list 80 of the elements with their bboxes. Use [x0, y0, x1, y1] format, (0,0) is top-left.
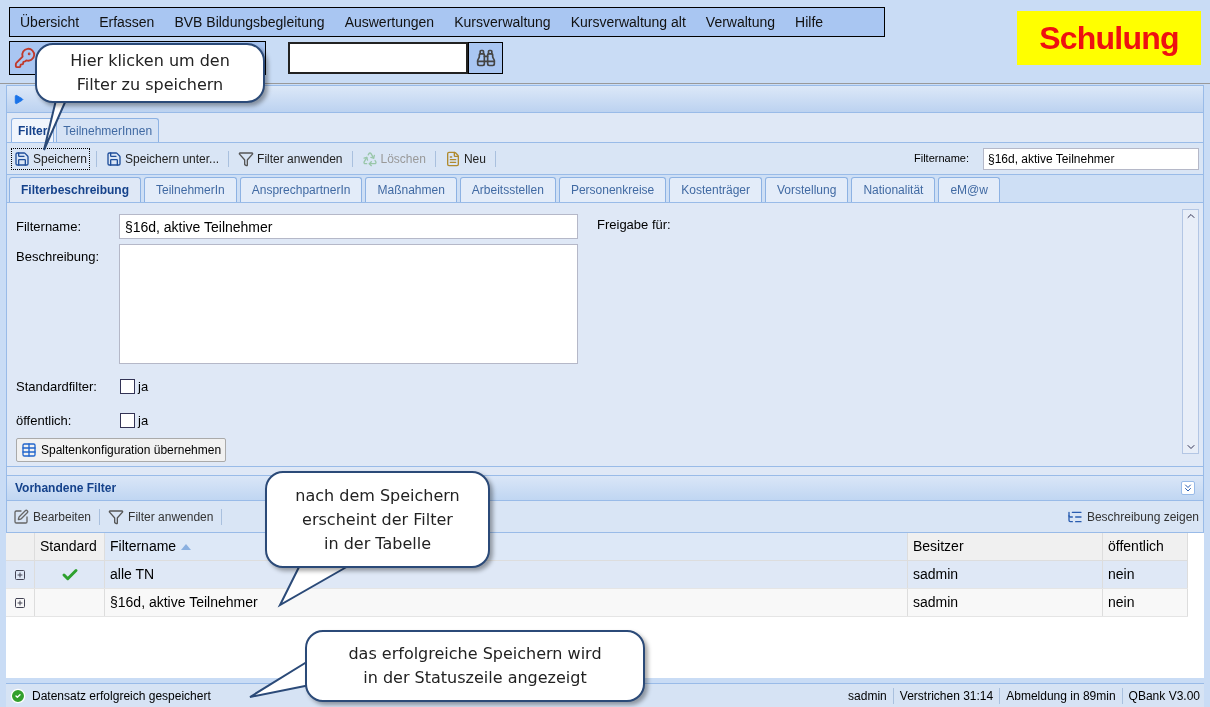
column-header[interactable]: öffentlich — [1103, 533, 1188, 560]
menu-item[interactable]: Verwaltung — [697, 11, 784, 33]
field-label: Freigabe für: — [597, 216, 671, 234]
funnel-icon — [108, 508, 125, 525]
callout-text: in der Statuszeile angezeigt — [363, 667, 587, 689]
column-config-button[interactable]: Spaltenkonfiguration übernehmen — [16, 438, 227, 462]
tab[interactable]: AnsprechpartnerIn — [239, 177, 363, 202]
description-field[interactable] — [118, 244, 578, 364]
tab[interactable]: Vorstellung — [765, 177, 849, 202]
sort-icon — [181, 543, 192, 550]
menu-item[interactable]: Auswertungen — [336, 11, 443, 33]
table-row[interactable]: §16d, aktive Teilnehmer sadmin nein — [6, 589, 1188, 617]
table-cell: nein — [1103, 561, 1188, 588]
tab[interactable]: Maßnahmen — [365, 177, 457, 202]
menu-item[interactable]: Erfassen — [91, 11, 163, 33]
toolbar-button[interactable]: Bearbeiten — [11, 507, 94, 526]
checkbox-label: ja — [138, 411, 149, 430]
tab[interactable]: Nationalität — [851, 177, 936, 202]
menu-item[interactable]: Hilfe — [787, 11, 832, 33]
field-label: öffentlich: — [16, 411, 73, 430]
status-item: Verstrichen 31:14 — [899, 687, 994, 705]
callout-text: Filter zu speichern — [76, 74, 224, 96]
toolbar-button[interactable]: Speichern unter... — [103, 147, 223, 170]
binoculars-button[interactable] — [468, 42, 503, 74]
status-message: Datensatz erfolgreich gespeichert — [32, 687, 211, 705]
tab[interactable]: TeilnehmerInnen — [56, 118, 160, 142]
recycle-icon — [361, 150, 378, 167]
section-title: Vorhandene Filter — [15, 480, 117, 497]
checkbox-label: ja — [138, 378, 149, 396]
edit-icon — [13, 508, 29, 525]
status-item: sadmin — [848, 687, 887, 705]
toolbar-button[interactable]: Filter anwenden — [106, 507, 216, 526]
tab[interactable]: Arbeitsstellen — [459, 177, 556, 202]
menu-item[interactable]: Übersicht — [12, 11, 88, 33]
collapse-icon[interactable] — [1181, 481, 1195, 495]
tab[interactable]: Kostenträger — [669, 177, 762, 202]
field-label: Standardfilter: — [16, 378, 98, 396]
status-item: QBank V3.00 — [1128, 687, 1200, 705]
toolbar-button[interactable]: Beschreibung zeigen — [1066, 507, 1199, 526]
table-cell: nein — [1103, 589, 1188, 616]
table-row[interactable]: alle TN sadmin nein — [6, 561, 1188, 589]
callout-text: Hier klicken um den — [70, 50, 230, 72]
status-item: Abmeldung in 89min — [1006, 687, 1116, 705]
checkbox[interactable] — [120, 379, 135, 395]
filtername-input[interactable]: §16d, aktive Teilnehmer — [118, 214, 578, 239]
scrollbar[interactable] — [1182, 209, 1199, 454]
tab[interactable]: Filterbeschreibung — [9, 177, 142, 202]
callout-text: erscheint der Filter — [302, 508, 453, 531]
save-icon — [14, 150, 30, 167]
table-cell: sadmin — [908, 589, 1103, 616]
save-icon — [106, 150, 123, 167]
toolbar-button[interactable]: Neu — [441, 147, 489, 170]
table-icon — [21, 442, 37, 458]
environment-badge: Schulung — [1017, 11, 1201, 65]
filtername-field[interactable]: §16d, aktive Teilnehmer — [983, 147, 1199, 170]
expand-icon[interactable] — [14, 596, 26, 609]
menu-item[interactable]: Kursverwaltung alt — [562, 11, 694, 33]
callout-text: nach dem Speichern — [295, 484, 460, 507]
document-icon — [444, 150, 461, 167]
binoculars-icon — [475, 48, 496, 68]
callout-text: das erfolgreiche Speichern wird — [348, 643, 602, 665]
tab[interactable]: eM@w — [938, 177, 1000, 202]
callout-text: in der Tabelle — [324, 532, 431, 555]
funnel-icon — [238, 150, 255, 167]
success-icon — [10, 687, 26, 704]
key-icon[interactable] — [14, 47, 36, 69]
field-label: Filtername: — [913, 151, 969, 167]
toolbar-button[interactable]: Speichern — [11, 147, 91, 170]
menu-item[interactable]: Kursverwaltung — [446, 11, 559, 33]
field-label: Beschreibung: — [16, 248, 101, 266]
table-cell: sadmin — [908, 561, 1103, 588]
toolbar-button[interactable]: Filter anwenden — [235, 147, 346, 170]
search-field[interactable] — [288, 42, 468, 74]
expand-icon[interactable] — [14, 568, 26, 581]
tab[interactable]: Personenkreise — [558, 177, 667, 202]
tab[interactable]: TeilnehmerIn — [144, 177, 237, 202]
checkbox[interactable] — [120, 412, 135, 428]
menu-item[interactable]: BVB Bildungsbegleitung — [166, 11, 333, 33]
field-label: Filtername: — [16, 217, 83, 236]
column-header[interactable]: Besitzer — [908, 533, 1103, 560]
